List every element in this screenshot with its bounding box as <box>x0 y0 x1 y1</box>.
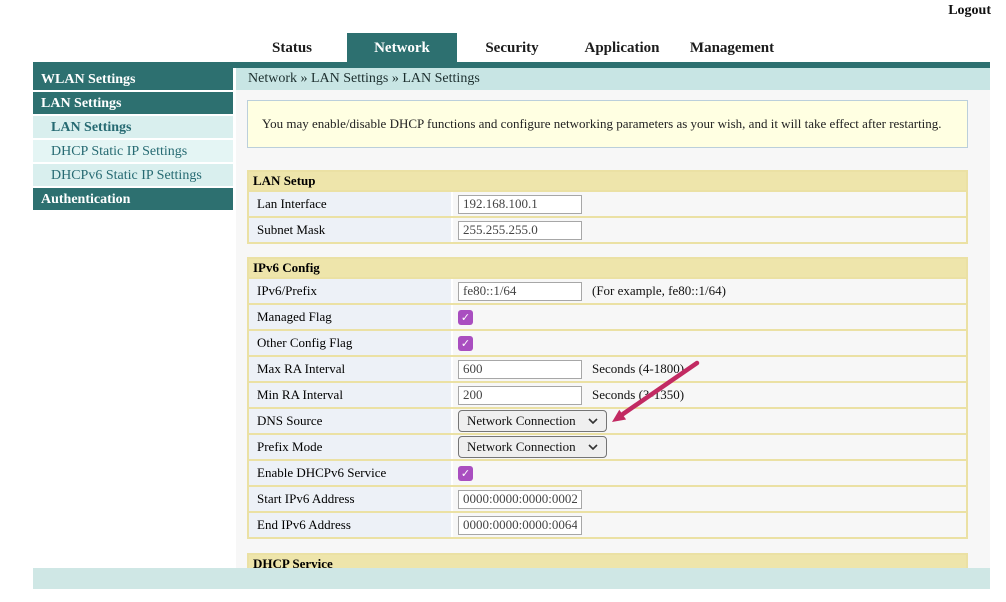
check-icon: ✓ <box>461 338 470 349</box>
field-hint: Seconds (3-1350) <box>592 387 684 403</box>
logout-link[interactable]: Logout <box>948 3 991 19</box>
field-hint: (For example, fe80::1/64) <box>592 283 726 299</box>
selected-option: Network Connection <box>467 413 576 429</box>
row-managed-flag: Managed Flag ✓ <box>249 303 966 329</box>
field-label: IPv6/Prefix <box>249 279 453 303</box>
tab-application[interactable]: Application <box>567 33 677 63</box>
sidebar-item-dhcpv6-static-ip-settings[interactable]: DHCPv6 Static IP Settings <box>33 164 233 188</box>
max-ra-interval-input[interactable] <box>458 360 582 379</box>
settings-sections: LAN Setup Lan InterfaceSubnet Mask IPv6 Co… <box>236 170 990 568</box>
field-hint: Seconds (4-1800) <box>592 361 684 377</box>
row-lan-interface: Lan Interface <box>249 190 966 216</box>
field-label: Prefix Mode <box>249 435 453 459</box>
start-ipv6-address-input[interactable] <box>458 490 582 509</box>
field-value-cell: Seconds (3-1350) <box>453 383 966 407</box>
row-other-config-flag: Other Config Flag ✓ <box>249 329 966 355</box>
sidebar-item-lan-settings[interactable]: LAN Settings <box>33 116 233 140</box>
field-value-cell: ✓ <box>453 461 966 485</box>
section-title: IPv6 Config <box>249 259 966 277</box>
field-label: Managed Flag <box>249 305 453 329</box>
router-admin-page: Logout StatusNetworkSecurityApplicationM… <box>0 0 1006 602</box>
field-value-cell: Network Connection <box>453 409 966 433</box>
section-title: DHCP Service <box>249 555 966 568</box>
enable-dhcpv6-service-checkbox[interactable]: ✓ <box>458 466 473 481</box>
end-ipv6-address-input[interactable] <box>458 516 582 535</box>
chevron-down-icon <box>588 444 598 450</box>
sidebar-item-authentication[interactable]: Authentication <box>33 188 233 212</box>
row-min-ra-interval: Min RA Interval Seconds (3-1350) <box>249 381 966 407</box>
field-value-cell <box>453 513 966 537</box>
selected-option: Network Connection <box>467 439 576 455</box>
field-value-cell: ✓ <box>453 305 966 329</box>
tab-management[interactable]: Management <box>677 33 787 63</box>
field-value-cell <box>453 487 966 511</box>
row-subnet-mask: Subnet Mask <box>249 216 966 242</box>
check-icon: ✓ <box>461 468 470 479</box>
row-ipv6-prefix: IPv6/Prefix (For example, fe80::1/64) <box>249 277 966 303</box>
section-title: LAN Setup <box>249 172 966 190</box>
subnet-mask-input[interactable] <box>458 221 582 240</box>
row-start-ipv6-address: Start IPv6 Address <box>249 485 966 511</box>
field-label: Lan Interface <box>249 192 453 216</box>
prefix-mode-select[interactable]: Network Connection <box>458 436 607 458</box>
field-label: Start IPv6 Address <box>249 487 453 511</box>
tab-network[interactable]: Network <box>347 33 457 63</box>
row-prefix-mode: Prefix Mode Network Connection <box>249 433 966 459</box>
sidebar-item-dhcp-static-ip-settings[interactable]: DHCP Static IP Settings <box>33 140 233 164</box>
field-value-cell: Network Connection <box>453 435 966 459</box>
tab-status[interactable]: Status <box>237 33 347 63</box>
field-label: Min RA Interval <box>249 383 453 407</box>
field-label: DNS Source <box>249 409 453 433</box>
field-value-cell <box>453 218 966 242</box>
row-enable-dhcpv6-service: Enable DHCPv6 Service ✓ <box>249 459 966 485</box>
field-value-cell: (For example, fe80::1/64) <box>453 279 966 303</box>
row-max-ra-interval: Max RA Interval Seconds (4-1800) <box>249 355 966 381</box>
field-value-cell <box>453 192 966 216</box>
tab-bar: StatusNetworkSecurityApplicationManageme… <box>237 33 787 63</box>
field-label: Enable DHCPv6 Service <box>249 461 453 485</box>
field-label: Max RA Interval <box>249 357 453 381</box>
row-end-ipv6-address: End IPv6 Address <box>249 511 966 537</box>
field-label: Other Config Flag <box>249 331 453 355</box>
dns-source-select[interactable]: Network Connection <box>458 410 607 432</box>
check-icon: ✓ <box>461 312 470 323</box>
min-ra-interval-input[interactable] <box>458 386 582 405</box>
footer-bar <box>33 568 990 589</box>
field-label: Subnet Mask <box>249 218 453 242</box>
section-lan-setup: LAN Setup Lan InterfaceSubnet Mask <box>247 170 968 244</box>
managed-flag-checkbox[interactable]: ✓ <box>458 310 473 325</box>
row-dns-source: DNS Source Network Connection <box>249 407 966 433</box>
field-value-cell: ✓ <box>453 331 966 355</box>
chevron-down-icon <box>588 418 598 424</box>
tab-security[interactable]: Security <box>457 33 567 63</box>
breadcrumb: Network » LAN Settings » LAN Settings <box>236 68 990 90</box>
section-dhcp-service: DHCP Service <box>247 553 968 568</box>
main-content: Network » LAN Settings » LAN Settings Yo… <box>236 68 990 568</box>
field-value-cell: Seconds (4-1800) <box>453 357 966 381</box>
section-ipv6-config: IPv6 Config IPv6/Prefix (For example, fe80… <box>247 257 968 539</box>
lan-interface-input[interactable] <box>458 195 582 214</box>
sidebar-item-lan-settings[interactable]: LAN Settings <box>33 92 233 116</box>
ipv6-prefix-input[interactable] <box>458 282 582 301</box>
notice-text: You may enable/disable DHCP functions an… <box>262 116 942 132</box>
sidebar-item-wlan-settings[interactable]: WLAN Settings <box>33 68 233 92</box>
notice-box: You may enable/disable DHCP functions an… <box>247 100 968 148</box>
sidebar: WLAN SettingsLAN SettingsLAN SettingsDHC… <box>33 68 233 212</box>
other-config-flag-checkbox[interactable]: ✓ <box>458 336 473 351</box>
field-label: End IPv6 Address <box>249 513 453 537</box>
